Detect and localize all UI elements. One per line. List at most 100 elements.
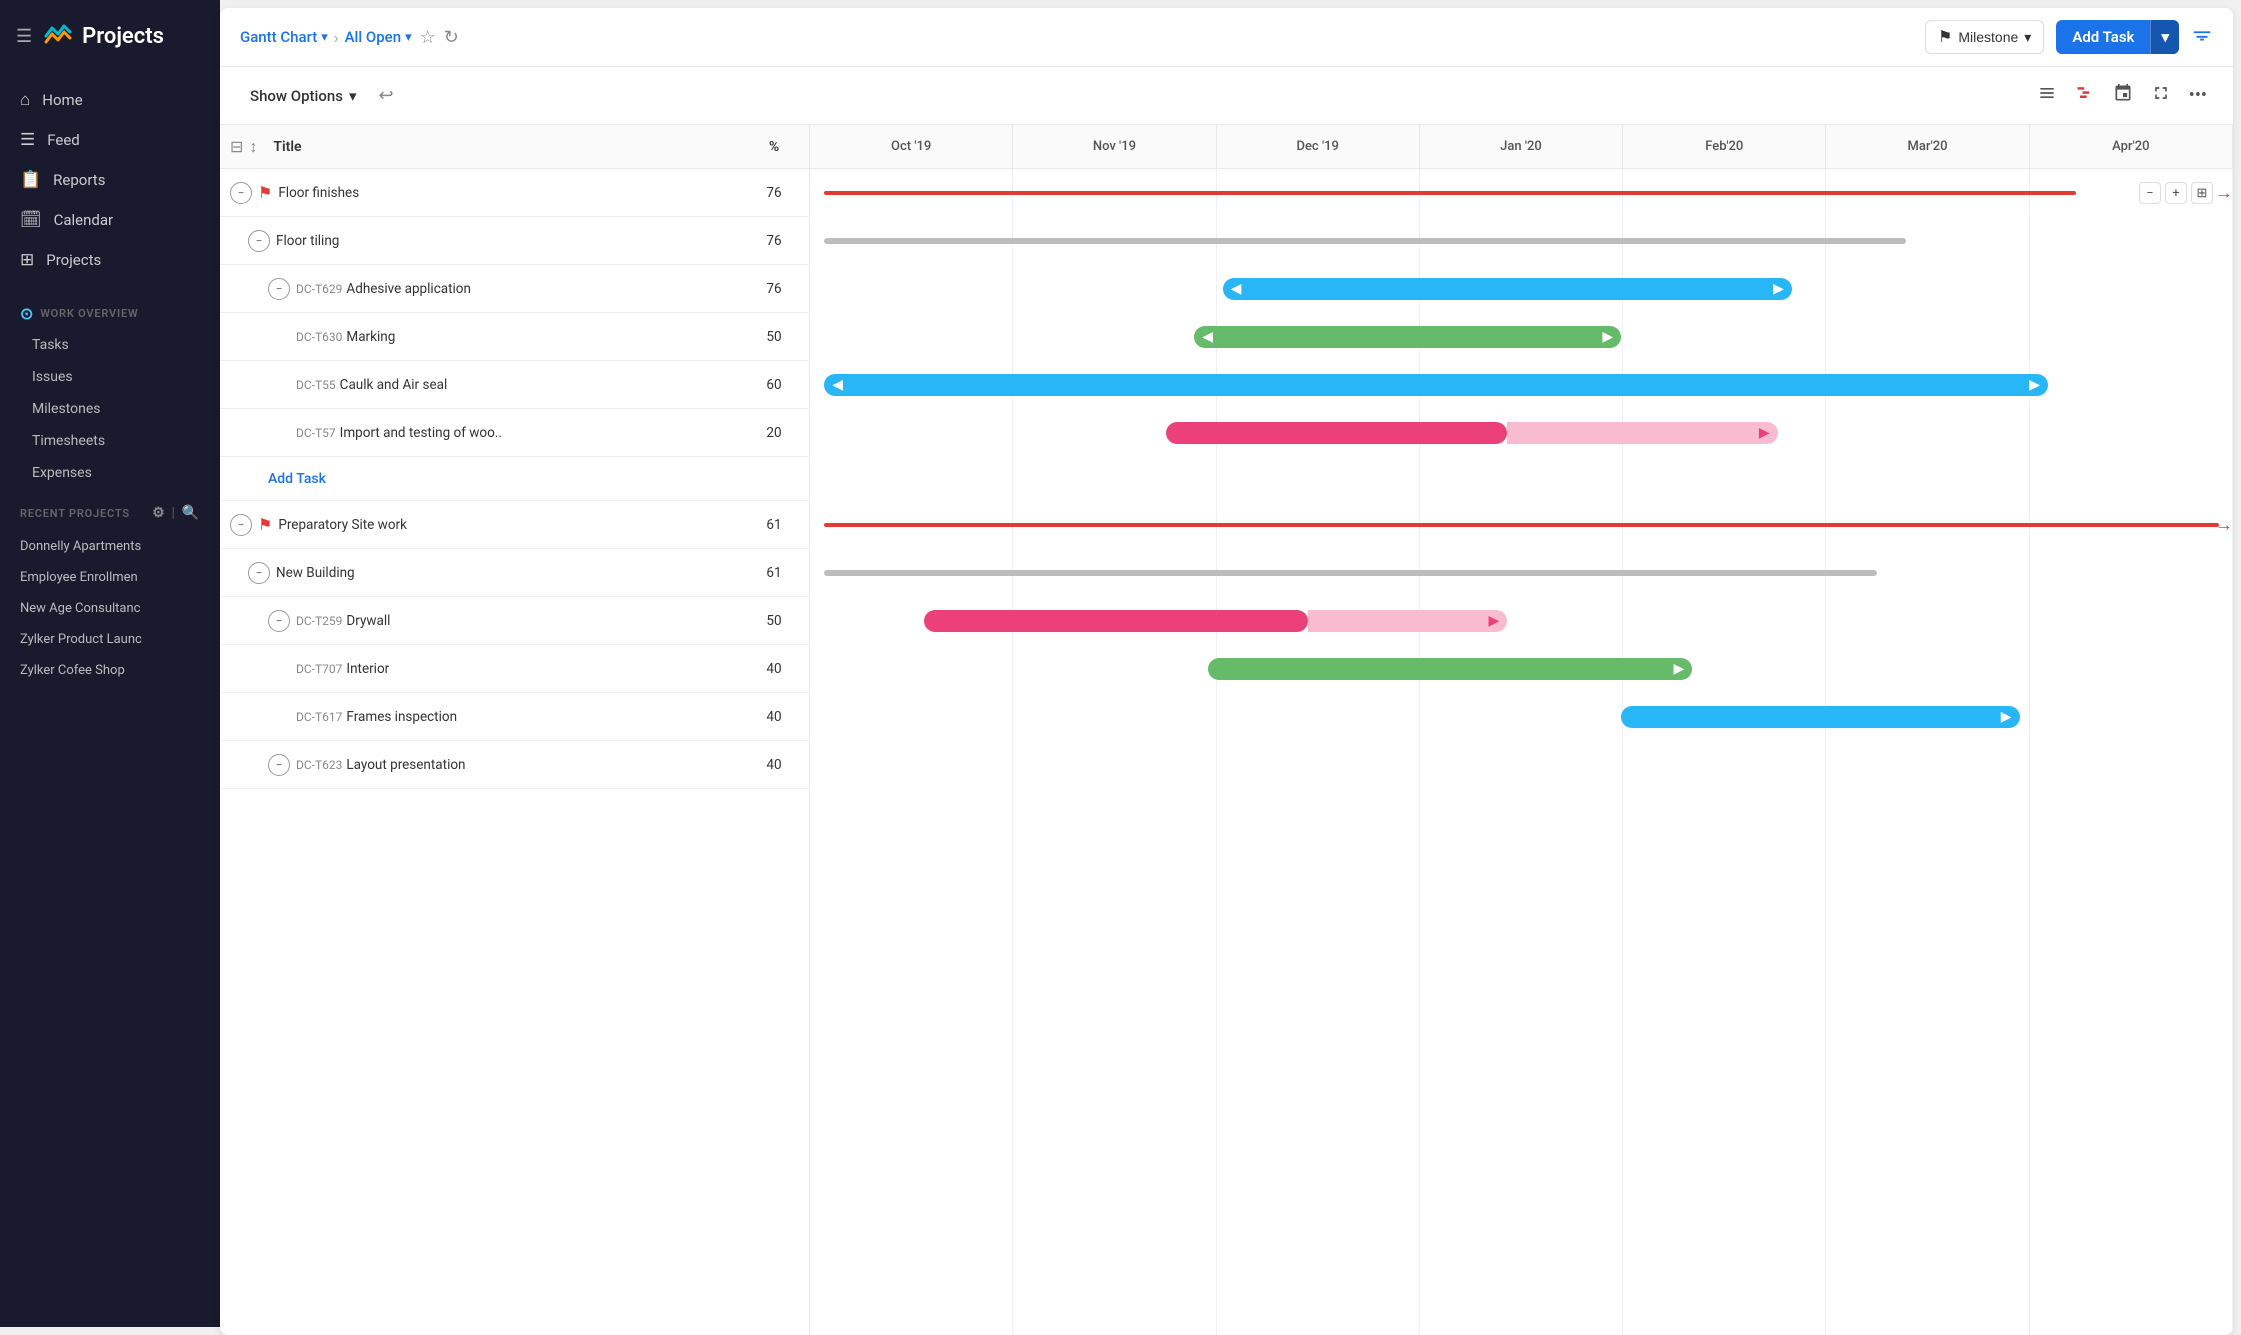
- task-pct: 76: [749, 185, 799, 201]
- bar-minus-btn[interactable]: −: [2139, 182, 2161, 204]
- sidebar-item-feed[interactable]: ☰ Feed: [0, 120, 220, 160]
- fullscreen-icon[interactable]: [2145, 77, 2177, 114]
- bar-dc-t57-solid[interactable]: [1166, 422, 1508, 444]
- table-row: DC-T57Import and testing of woo.. 20: [220, 409, 809, 457]
- expand-all-icon[interactable]: ⊟: [230, 137, 243, 157]
- milestone-label: Milestone: [1958, 29, 2018, 45]
- bar-row-add-task: [810, 457, 2233, 501]
- sidebar-header: ☰ Projects: [0, 0, 220, 72]
- show-options-button[interactable]: Show Options ▾: [240, 81, 366, 111]
- breadcrumb-gantt-chart[interactable]: Gantt Chart ▾: [240, 28, 328, 46]
- feed-icon: ☰: [20, 130, 35, 150]
- sort-icon[interactable]: ↕: [249, 137, 257, 157]
- task-title: DC-T57Import and testing of woo..: [268, 425, 749, 441]
- task-title: Preparatory Site work: [278, 517, 749, 533]
- gantt-bars: → − + ⊞ ◀: [810, 169, 2233, 1335]
- undo-button[interactable]: ↩: [374, 81, 397, 110]
- expand-dc-t259[interactable]: −: [268, 610, 290, 632]
- sidebar-nav: ⌂ Home ☰ Feed 📋 Reports 🗓 Calendar ⊞ Pro…: [0, 72, 220, 288]
- app-title: Projects: [82, 24, 164, 49]
- search-recent-icon[interactable]: 🔍: [182, 505, 200, 521]
- breadcrumb-gantt-label: Gantt Chart: [240, 28, 317, 46]
- milestone-chevron: ▾: [2024, 29, 2031, 46]
- sidebar-item-reports[interactable]: 📋 Reports: [0, 160, 220, 200]
- breadcrumb-all-open[interactable]: All Open ▾: [345, 28, 412, 46]
- sidebar-item-tasks[interactable]: Tasks: [0, 329, 220, 361]
- gantt-chart: Oct '19 Nov '19 Dec '19 Jan '20 Feb'20 M…: [810, 125, 2233, 1335]
- view-list-icon[interactable]: [2031, 77, 2063, 114]
- recent-project-4[interactable]: Zylker Cofee Shop: [0, 655, 220, 686]
- bar-dc-t629[interactable]: ◀ ▶: [1223, 278, 1792, 300]
- more-options-icon[interactable]: •••: [2183, 79, 2213, 112]
- view-calendar-icon[interactable]: [2107, 77, 2139, 114]
- table-row: − Floor tiling 76: [220, 217, 809, 265]
- add-task-link[interactable]: Add Task: [268, 471, 326, 487]
- sidebar-item-reports-label: Reports: [53, 171, 105, 189]
- favorite-icon[interactable]: ☆: [420, 27, 436, 48]
- refresh-icon[interactable]: ↻: [444, 27, 459, 48]
- expand-floor-tiling[interactable]: −: [248, 230, 270, 252]
- bar-dc-t55[interactable]: ◀ ▶: [824, 374, 2048, 396]
- filter-recent-icon[interactable]: ⚙: [152, 505, 165, 521]
- month-mar20: Mar'20: [1826, 125, 2029, 168]
- bar-dc-t259-light[interactable]: ▶: [1308, 610, 1507, 632]
- bar-dc-t630[interactable]: ◀ ▶: [1194, 326, 1621, 348]
- expand-floor-finishes[interactable]: −: [230, 182, 252, 204]
- sidebar-item-calendar[interactable]: 🗓 Calendar: [0, 200, 220, 240]
- task-pct: 50: [749, 613, 799, 629]
- gantt-months: Oct '19 Nov '19 Dec '19 Jan '20 Feb'20 M…: [810, 125, 2233, 169]
- bar-dc-t57-light[interactable]: ▶: [1507, 422, 1777, 444]
- recent-project-3[interactable]: Zylker Product Launc: [0, 624, 220, 655]
- expand-dc-t629[interactable]: −: [268, 278, 290, 300]
- flag-icon: ⚑: [258, 183, 272, 202]
- bar-row-floor-tiling: [810, 217, 2233, 265]
- bar-prep-site[interactable]: [824, 523, 2219, 527]
- sidebar-item-timesheets[interactable]: Timesheets: [0, 425, 220, 457]
- month-jan20: Jan '20: [1420, 125, 1623, 168]
- task-pct: 76: [749, 281, 799, 297]
- bar-right-arrow: ▶: [2029, 377, 2040, 393]
- bar-expand-btn[interactable]: ⊞: [2191, 182, 2213, 204]
- bar-right-arrow: ▶: [2001, 709, 2012, 725]
- expand-new-building[interactable]: −: [248, 562, 270, 584]
- sidebar-item-milestones[interactable]: Milestones: [0, 393, 220, 425]
- recent-project-1[interactable]: Employee Enrollmen: [0, 562, 220, 593]
- table-row: DC-T707Interior 40: [220, 645, 809, 693]
- expand-dc-t623[interactable]: −: [268, 754, 290, 776]
- bar-floor-tiling[interactable]: [824, 238, 1905, 244]
- sidebar-item-projects[interactable]: ⊞ Projects: [0, 240, 220, 280]
- bar-dc-t707[interactable]: ▶: [1208, 658, 1692, 680]
- task-title: DC-T707Interior: [268, 661, 749, 677]
- recent-project-2[interactable]: New Age Consultanc: [0, 593, 220, 624]
- task-pct: 61: [749, 517, 799, 533]
- bar-dc-t617[interactable]: ▶: [1621, 706, 2019, 728]
- work-overview-section: ⊙ WORK OVERVIEW: [0, 288, 220, 329]
- sidebar-item-feed-label: Feed: [47, 131, 80, 149]
- expand-prep-site[interactable]: −: [230, 514, 252, 536]
- table-row: − DC-T629Adhesive application 76: [220, 265, 809, 313]
- bar-plus-btn[interactable]: +: [2165, 182, 2187, 204]
- recent-project-0[interactable]: Donnelly Apartments: [0, 531, 220, 562]
- bar-dc-t259-solid[interactable]: [924, 610, 1308, 632]
- add-task-dropdown-arrow[interactable]: ▾: [2150, 20, 2179, 54]
- sidebar-item-home[interactable]: ⌂ Home: [0, 80, 220, 120]
- bar-row-floor-finishes: → − + ⊞: [810, 169, 2233, 217]
- bar-row-dc-t629: ◀ ▶: [810, 265, 2233, 313]
- bar-floor-finishes[interactable]: [824, 191, 2076, 195]
- milestone-button[interactable]: ⚑ Milestone ▾: [1925, 20, 2044, 54]
- add-task-main[interactable]: Add Task: [2056, 20, 2150, 54]
- bar-new-building[interactable]: [824, 570, 1877, 576]
- month-apr20: Apr'20: [2030, 125, 2233, 168]
- sidebar-item-expenses[interactable]: Expenses: [0, 457, 220, 489]
- add-task-button[interactable]: Add Task ▾: [2056, 20, 2179, 54]
- sidebar-item-issues[interactable]: Issues: [0, 361, 220, 393]
- hamburger-icon[interactable]: ☰: [16, 26, 32, 47]
- view-gantt-icon[interactable]: [2069, 77, 2101, 114]
- breadcrumb-chevron-1: ▾: [321, 30, 328, 45]
- gantt-table-header: ⊟ ↕ Title %: [220, 125, 809, 169]
- topbar-actions: ⚑ Milestone ▾ Add Task ▾: [1925, 20, 2213, 54]
- task-pct: 40: [749, 661, 799, 677]
- task-pct: 50: [749, 329, 799, 345]
- filter-icon[interactable]: [2191, 24, 2213, 51]
- calendar-icon: 🗓: [20, 210, 42, 230]
